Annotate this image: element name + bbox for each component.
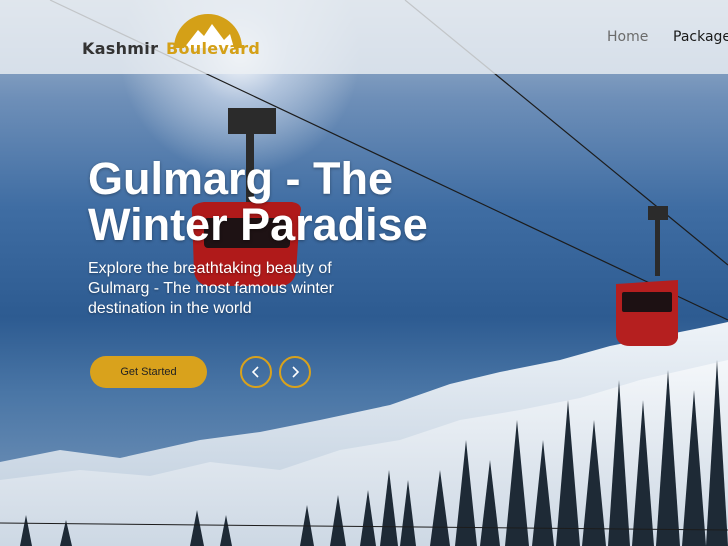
chevron-left-icon xyxy=(251,366,259,378)
nav-link-package[interactable]: Package xyxy=(673,29,728,45)
brand-logo[interactable]: Kashmir Boulevard xyxy=(82,14,262,62)
gondola-right xyxy=(616,206,678,346)
top-navbar: Kashmir Boulevard Home Package xyxy=(0,0,728,74)
nav-link-home[interactable]: Home xyxy=(607,29,648,45)
hero-title: Gulmarg - The Winter Paradise xyxy=(88,153,428,250)
chevron-right-icon xyxy=(292,366,300,378)
logo-text-accent: Boulevard xyxy=(166,39,261,58)
get-started-button[interactable]: Get Started xyxy=(90,356,207,388)
hero-subtitle: Explore the breathtaking beauty of Gulma… xyxy=(88,260,335,317)
slider-next-button[interactable] xyxy=(279,356,311,388)
logo-text-primary: Kashmir xyxy=(82,39,159,58)
slider-prev-button[interactable] xyxy=(240,356,272,388)
